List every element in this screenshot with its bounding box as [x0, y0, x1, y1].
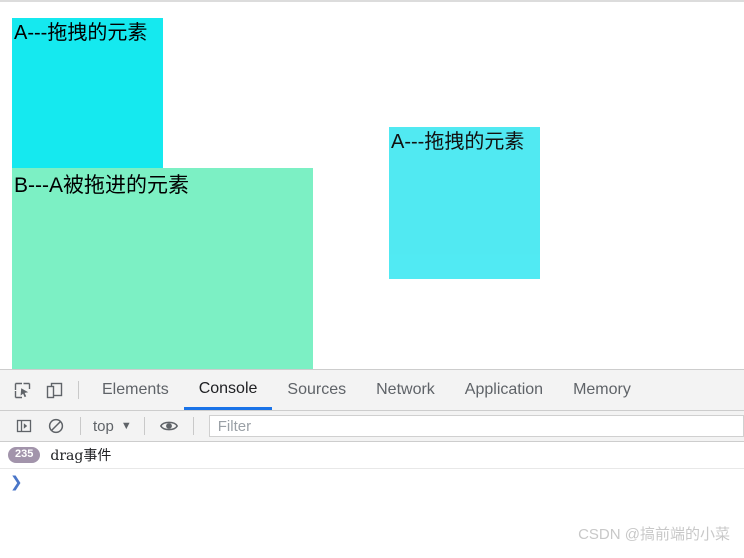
console-toolbar: top ▼ Filter — [0, 411, 744, 442]
tab-network[interactable]: Network — [361, 370, 450, 410]
console-toolbar-divider-1 — [80, 417, 81, 435]
live-expression-eye-icon[interactable] — [153, 411, 185, 441]
device-toolbar-icon[interactable] — [38, 375, 70, 405]
devtools-tabbar: Elements Console Sources Network Applica… — [0, 370, 744, 411]
browser-viewport: A---拖拽的元素 B---A被拖进的元素 A---拖拽的元素 — [0, 0, 744, 369]
toolbar-divider — [78, 381, 79, 399]
console-sidebar-icon[interactable] — [8, 411, 40, 441]
console-toolbar-divider-3 — [192, 417, 194, 435]
tab-elements[interactable]: Elements — [87, 370, 184, 410]
prompt-chevron-icon: ❯ — [10, 473, 23, 491]
tab-memory[interactable]: Memory — [558, 370, 646, 410]
console-filter-input[interactable]: Filter — [208, 415, 744, 437]
console-prompt-row[interactable]: ❯ — [0, 469, 744, 495]
tab-sources[interactable]: Sources — [272, 370, 361, 410]
console-context-selector[interactable]: top ▼ — [89, 418, 136, 435]
tab-application[interactable]: Application — [450, 370, 558, 410]
console-message-text: drag事件 — [50, 448, 112, 464]
console-toolbar-divider-2 — [143, 417, 145, 435]
console-context-value: top — [93, 417, 114, 435]
tab-console[interactable]: Console — [183, 370, 273, 410]
drag-ghost-element-a[interactable]: A---拖拽的元素 — [389, 127, 540, 279]
inspect-element-icon[interactable] — [6, 375, 38, 405]
devtools-panel: Elements Console Sources Network Applica… — [0, 369, 744, 558]
draggable-element-a[interactable]: A---拖拽的元素 — [12, 18, 163, 168]
console-repeat-count-badge: 235 — [8, 447, 41, 463]
clear-console-icon[interactable] — [40, 411, 72, 441]
watermark-text: CSDN @搞前端的小菜 — [578, 526, 730, 543]
console-output: 235 drag事件 ❯ CSDN @搞前端的小菜 — [0, 442, 744, 558]
drop-target-element-b[interactable]: B---A被拖进的元素 — [12, 168, 313, 369]
chevron-down-icon: ▼ — [120, 420, 132, 432]
console-message-row[interactable]: 235 drag事件 — [0, 442, 744, 469]
